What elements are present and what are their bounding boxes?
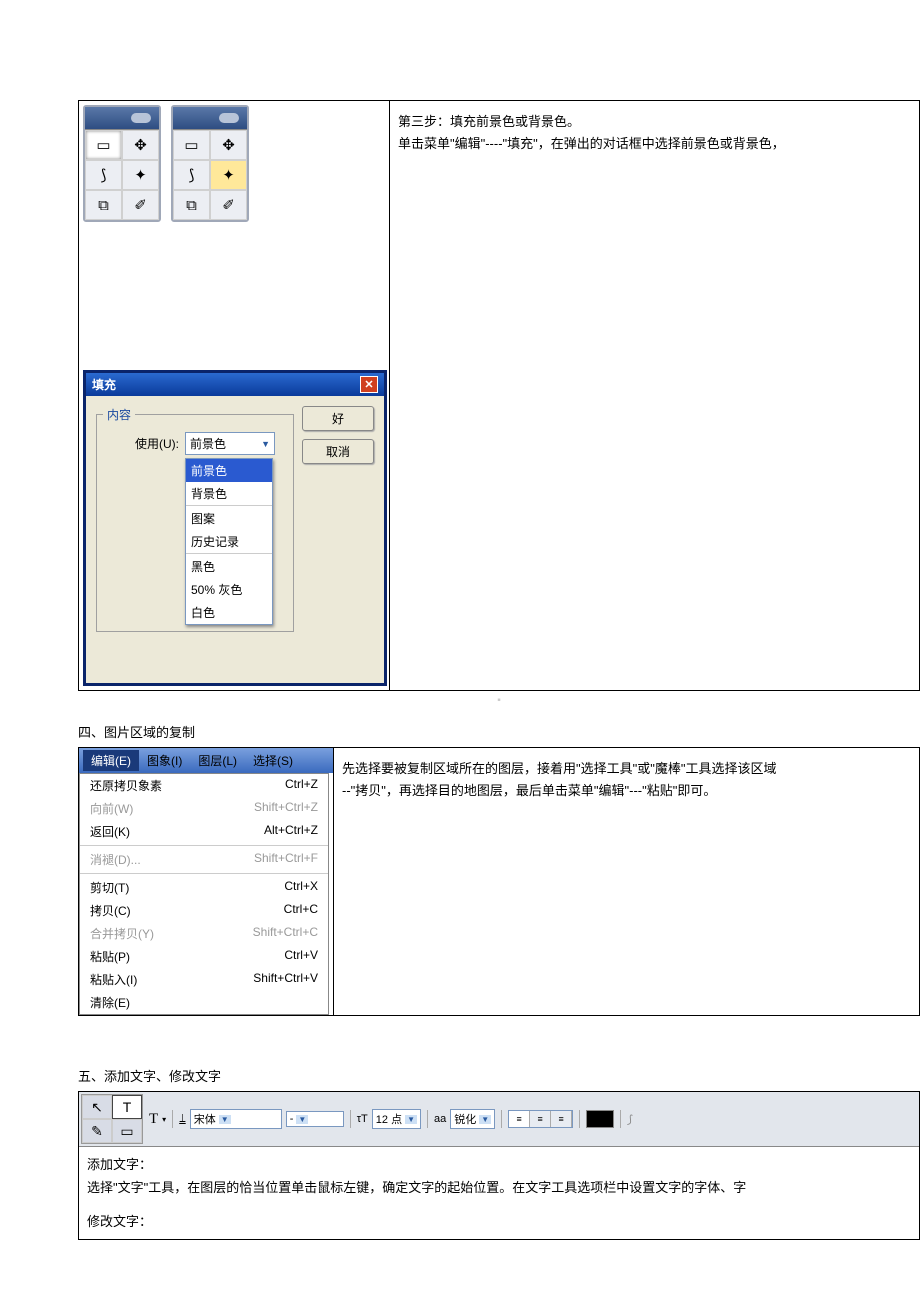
font-style-combo[interactable]: -▼ <box>286 1111 344 1127</box>
dropdown-option[interactable]: 白色 <box>186 601 272 624</box>
antialias-combo[interactable]: 锐化▼ <box>450 1109 495 1129</box>
move-tool-icon[interactable]: ✥ <box>210 130 247 160</box>
menu-item-fade[interactable]: 消褪(D)...Shift+Ctrl+F <box>80 848 328 871</box>
dropdown-option[interactable]: 图案 <box>186 507 272 530</box>
add-text-heading: 添加文字： <box>87 1153 911 1176</box>
tool-palette-2: ▭ ✥ ⟆ ✦ ⧉ ✐ <box>171 105 249 222</box>
edit-menu: 还原拷贝象素Ctrl+Z 向前(W)Shift+Ctrl+Z 返回(K)Alt+… <box>79 773 329 1015</box>
marquee-tool-icon[interactable]: ▭ <box>85 130 122 160</box>
dropdown-option[interactable]: 50% 灰色 <box>186 578 272 601</box>
path-select-icon[interactable]: ↖ <box>82 1095 112 1119</box>
step3-text: 第三步：填充前景色或背景色。 <box>398 111 911 133</box>
section4-desc2: --"拷贝"，再选择目的地图层，最后单击菜单"编辑"---"粘贴"即可。 <box>342 780 911 802</box>
mini-tool-grid: ↖ T ✎ ▭ <box>81 1094 143 1144</box>
wand-tool-icon[interactable]: ✦ <box>210 160 247 190</box>
warp-text-icon[interactable]: ⟘ <box>179 1113 186 1126</box>
add-text-desc: 选择"文字"工具，在图层的恰当位置单击鼠标左键，确定文字的起始位置。在文字工具选… <box>87 1176 911 1199</box>
step3-desc: 单击菜单"编辑"----"填充"，在弹出的对话框中选择前景色或背景色， <box>398 133 911 155</box>
dropdown-option[interactable]: 黑色 <box>186 555 272 578</box>
section4-title: 四、图片区域的复制 <box>78 722 920 741</box>
type-tool-icon[interactable]: T <box>112 1095 142 1119</box>
menu-item-cut[interactable]: 剪切(T)Ctrl+X <box>80 876 328 899</box>
menu-item-clear[interactable]: 清除(E) <box>80 991 328 1014</box>
tool-palette-1: ▭ ✥ ⟆ ✦ ⧉ ✐ <box>83 105 161 222</box>
slice-tool-icon[interactable]: ✐ <box>210 190 247 220</box>
menu-item-back[interactable]: 返回(K)Alt+Ctrl+Z <box>80 820 328 843</box>
warp-icon[interactable]: ⟆ <box>627 1113 631 1126</box>
menu-item-forward[interactable]: 向前(W)Shift+Ctrl+Z <box>80 797 328 820</box>
dropdown-option[interactable]: 背景色 <box>186 482 272 505</box>
dropdown-option[interactable]: 前景色 <box>186 459 272 482</box>
marquee-tool-icon[interactable]: ▭ <box>173 130 210 160</box>
font-size-combo[interactable]: 12 点▼ <box>372 1109 421 1129</box>
font-family-combo[interactable]: 宋体▼ <box>190 1109 282 1129</box>
align-center-icon[interactable]: ≡ <box>530 1111 551 1127</box>
type-orientation-icon[interactable]: T <box>149 1111 158 1128</box>
pen-tool-icon[interactable]: ✎ <box>82 1119 112 1143</box>
use-label: 使用(U): <box>103 435 185 452</box>
cancel-button[interactable]: 取消 <box>302 439 374 464</box>
wand-tool-icon[interactable]: ✦ <box>122 160 159 190</box>
crop-tool-icon[interactable]: ⧉ <box>173 190 210 220</box>
lasso-tool-icon[interactable]: ⟆ <box>85 160 122 190</box>
font-size-icon: τT <box>357 1113 368 1125</box>
ok-button[interactable]: 好 <box>302 406 374 431</box>
text-color-swatch[interactable] <box>586 1110 614 1128</box>
dialog-title: 填充 <box>92 376 116 393</box>
preserve-transparency-checkbox[interactable] <box>111 639 124 652</box>
slice-tool-icon[interactable]: ✐ <box>122 190 159 220</box>
menu-select[interactable]: 选择(S) <box>245 750 301 771</box>
menu-item-copy-merged[interactable]: 合并拷贝(Y)Shift+Ctrl+C <box>80 922 328 945</box>
menubar: 编辑(E) 图象(I) 图层(L) 选择(S) <box>79 748 333 773</box>
use-combo[interactable]: 前景色▼ <box>185 432 275 455</box>
section4-desc1: 先选择要被复制区域所在的图层，接着用"选择工具"或"魔棒"工具选择该区域 <box>342 758 911 780</box>
menu-edit[interactable]: 编辑(E) <box>83 750 139 771</box>
align-left-icon[interactable]: ≡ <box>509 1111 530 1127</box>
use-dropdown[interactable]: 前景色 背景色 图案 历史记录 黑色 50% 灰色 白色 <box>185 458 273 625</box>
menu-image[interactable]: 图象(I) <box>139 750 190 771</box>
lasso-tool-icon[interactable]: ⟆ <box>173 160 210 190</box>
menu-item-paste[interactable]: 粘贴(P)Ctrl+V <box>80 945 328 968</box>
menu-item-copy[interactable]: 拷贝(C)Ctrl+C <box>80 899 328 922</box>
move-tool-icon[interactable]: ✥ <box>122 130 159 160</box>
menu-item-paste-into[interactable]: 粘贴入(I)Shift+Ctrl+V <box>80 968 328 991</box>
menu-item-undo[interactable]: 还原拷贝象素Ctrl+Z <box>80 774 328 797</box>
fill-dialog: 填充 ✕ 内容 使用(U): 前景色▼ 前景色 背景色 图案 历史记录 黑色 5… <box>83 370 387 686</box>
antialias-label: aa <box>434 1113 446 1125</box>
dropdown-option[interactable]: 历史记录 <box>186 530 272 553</box>
shape-tool-icon[interactable]: ▭ <box>112 1119 142 1143</box>
align-right-icon[interactable]: ≡ <box>551 1111 572 1127</box>
menu-layer[interactable]: 图层(L) <box>190 750 245 771</box>
section5-title: 五、添加文字、修改文字 <box>78 1066 920 1085</box>
content-group-label: 内容 <box>103 406 135 423</box>
type-options-bar: T▾ ⟘ 宋体▼ -▼ τT 12 点▼ aa 锐化▼ ≡ ≡ ≡ ⟆ <box>145 1092 919 1146</box>
crop-tool-icon[interactable]: ⧉ <box>85 190 122 220</box>
modify-text-heading: 修改文字： <box>87 1210 911 1233</box>
close-icon[interactable]: ✕ <box>360 376 378 393</box>
